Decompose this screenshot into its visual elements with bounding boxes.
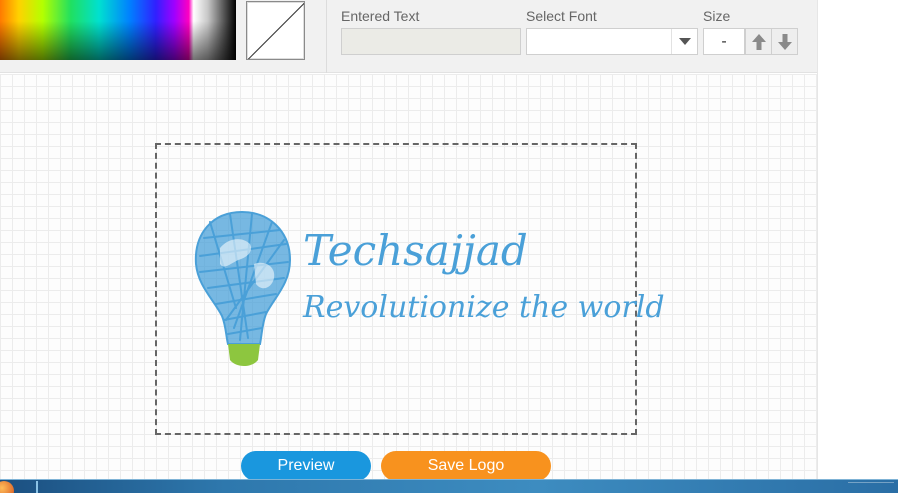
arrow-up-icon	[752, 34, 766, 50]
right-panel	[817, 0, 898, 479]
system-tray[interactable]	[848, 482, 894, 492]
size-increase-button[interactable]	[745, 28, 772, 55]
toolbar: Entered Text Select Font Size -	[0, 0, 817, 73]
lightbulb-icon	[194, 210, 292, 366]
size-decrease-button[interactable]	[771, 28, 798, 55]
color-spectrum-picker[interactable]	[0, 0, 236, 60]
size-label: Size	[703, 8, 731, 24]
logo-title[interactable]: Techsajjad	[303, 226, 528, 275]
start-orb-icon[interactable]	[0, 481, 14, 493]
entered-text-label: Entered Text	[341, 8, 420, 24]
preview-button[interactable]: Preview	[241, 451, 371, 481]
os-taskbar	[0, 479, 898, 493]
taskbar-separator	[36, 481, 38, 493]
size-value[interactable]: -	[703, 28, 745, 55]
save-logo-button[interactable]: Save Logo	[381, 451, 551, 481]
logo-tagline[interactable]: Revolutionize the world	[303, 290, 665, 325]
no-color-swatch[interactable]	[246, 1, 305, 60]
toolbar-divider	[326, 0, 327, 73]
chevron-down-icon[interactable]	[671, 29, 697, 54]
arrow-down-icon	[778, 34, 792, 50]
entered-text-input[interactable]	[341, 28, 521, 55]
font-select[interactable]	[526, 28, 698, 55]
select-font-label: Select Font	[526, 8, 597, 24]
